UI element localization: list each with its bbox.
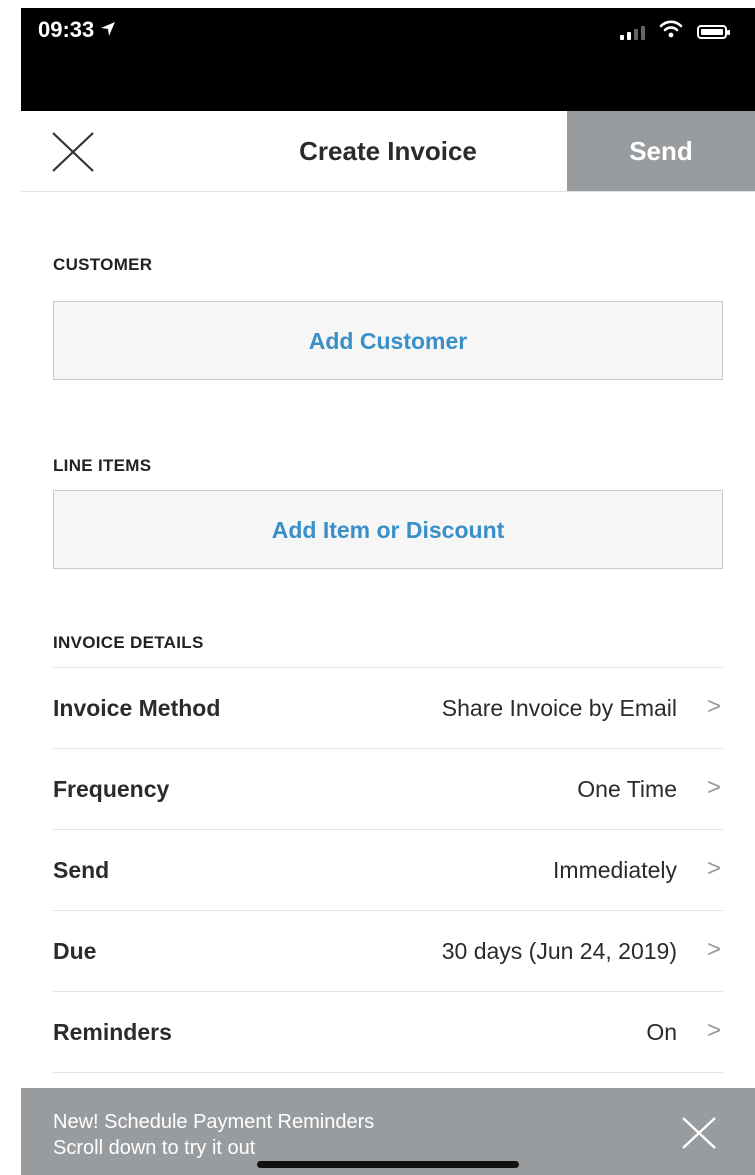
chevron-right-icon: > xyxy=(706,693,721,720)
row-value: Immediately xyxy=(553,857,677,883)
row-label: Due xyxy=(53,938,97,964)
send-button[interactable]: Send xyxy=(567,111,755,191)
chevron-right-icon: > xyxy=(706,855,721,882)
nav-bar: Create Invoice Send xyxy=(21,111,755,192)
row-label: Reminders xyxy=(53,1019,172,1045)
battery-icon xyxy=(697,24,730,39)
status-time: 09:33 xyxy=(38,17,116,43)
frequency-row[interactable]: Frequency One Time > xyxy=(53,748,723,829)
banner-subtitle: Scroll down to try it out xyxy=(53,1137,256,1159)
send-row[interactable]: Send Immediately > xyxy=(53,829,723,910)
location-arrow-icon xyxy=(100,21,116,42)
invoice-details-list: Invoice Method Share Invoice by Email > … xyxy=(53,667,723,1073)
row-value: On xyxy=(646,1019,677,1045)
close-icon[interactable] xyxy=(681,1116,717,1150)
home-indicator[interactable] xyxy=(257,1161,519,1168)
cellular-signal-icon xyxy=(620,24,645,40)
row-label: Invoice Method xyxy=(53,695,221,721)
row-value: One Time xyxy=(577,776,677,802)
reminders-row[interactable]: Reminders On > xyxy=(53,991,723,1073)
wifi-icon xyxy=(659,20,683,43)
banner-title: New! Schedule Payment Reminders xyxy=(53,1111,375,1133)
status-time-label: 09:33 xyxy=(38,17,95,42)
status-bar: 09:33 xyxy=(0,0,755,111)
customer-section-label: CUSTOMER xyxy=(53,255,153,274)
status-icons xyxy=(620,20,730,43)
invoice-method-row[interactable]: Invoice Method Share Invoice by Email > xyxy=(53,667,723,748)
add-item-or-discount-button[interactable]: Add Item or Discount xyxy=(53,490,723,569)
row-label: Send xyxy=(53,857,110,883)
invoice-details-section-label: INVOICE DETAILS xyxy=(53,633,204,652)
row-label: Frequency xyxy=(53,776,170,802)
chevron-right-icon: > xyxy=(706,774,721,801)
chevron-right-icon: > xyxy=(706,936,721,963)
add-customer-button[interactable]: Add Customer xyxy=(53,301,723,380)
row-value: Share Invoice by Email xyxy=(441,695,677,721)
row-value: 30 days (Jun 24, 2019) xyxy=(441,938,677,964)
line-items-section-label: LINE ITEMS xyxy=(53,456,152,475)
due-row[interactable]: Due 30 days (Jun 24, 2019) > xyxy=(53,910,723,991)
chevron-right-icon: > xyxy=(706,1017,721,1044)
